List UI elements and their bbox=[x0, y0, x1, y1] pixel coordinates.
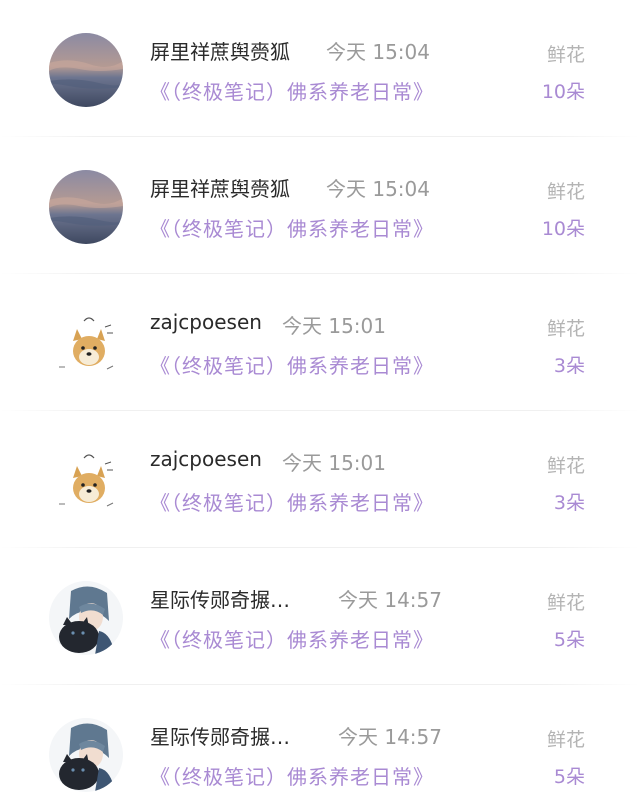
shiba-doge-avatar-icon bbox=[49, 444, 123, 518]
gift-count: 5朵 bbox=[553, 629, 585, 651]
user-name[interactable]: zajcpoesen bbox=[150, 310, 262, 334]
book-title[interactable]: 《（终极笔记）佛系养老日常》 bbox=[150, 624, 434, 653]
user-name[interactable]: 星际传郧奇搌… bbox=[150, 584, 290, 613]
gift-count: 3朵 bbox=[553, 492, 585, 514]
avatar[interactable] bbox=[49, 33, 123, 107]
gift-list: 屏里祥蔗舆赍狐 今天 15:04 《（终极笔记）佛系养老日常》 鲜花 10朵 屏… bbox=[0, 0, 640, 805]
shiba-doge-avatar-icon bbox=[49, 307, 123, 381]
gift-row[interactable]: 星际传郧奇搌… 今天 14:57 《（终极笔记）佛系养老日常》 鲜花 5朵 bbox=[0, 685, 640, 805]
gift-type-label: 鲜花 bbox=[546, 455, 585, 477]
gift-count: 5朵 bbox=[553, 766, 585, 788]
timestamp: 今天 15:01 bbox=[282, 451, 386, 475]
book-title[interactable]: 《（终极笔记）佛系养老日常》 bbox=[150, 487, 434, 516]
gift-row[interactable]: 星际传郧奇搌… 今天 14:57 《（终极笔记）佛系养老日常》 鲜花 5朵 bbox=[0, 548, 640, 685]
book-title[interactable]: 《（终极笔记）佛系养老日常》 bbox=[150, 761, 434, 790]
gift-count: 10朵 bbox=[541, 81, 585, 103]
gift-count: 3朵 bbox=[553, 355, 585, 377]
avatar[interactable] bbox=[49, 170, 123, 244]
avatar[interactable] bbox=[49, 444, 123, 518]
user-name[interactable]: 星际传郧奇搌… bbox=[150, 721, 290, 750]
timestamp: 今天 15:01 bbox=[282, 314, 386, 338]
user-name[interactable]: 屏里祥蔗舆赍狐 bbox=[150, 36, 290, 65]
book-title[interactable]: 《（终极笔记）佛系养老日常》 bbox=[150, 213, 434, 242]
book-title[interactable]: 《（终极笔记）佛系养老日常》 bbox=[150, 76, 434, 105]
lake-landscape-avatar-icon bbox=[49, 170, 123, 244]
gift-type-label: 鲜花 bbox=[546, 729, 585, 751]
gift-row[interactable]: zajcpoesen 今天 15:01 《（终极笔记）佛系养老日常》 鲜花 3朵 bbox=[0, 411, 640, 548]
timestamp: 今天 14:57 bbox=[338, 725, 442, 749]
anime-boy-with-cat-avatar-icon bbox=[49, 581, 123, 655]
avatar[interactable] bbox=[49, 581, 123, 655]
gift-row[interactable]: 屏里祥蔗舆赍狐 今天 15:04 《（终极笔记）佛系养老日常》 鲜花 10朵 bbox=[0, 137, 640, 274]
timestamp: 今天 15:04 bbox=[326, 40, 430, 64]
avatar[interactable] bbox=[49, 307, 123, 381]
lake-landscape-avatar-icon bbox=[49, 33, 123, 107]
gift-type-label: 鲜花 bbox=[546, 592, 585, 614]
timestamp: 今天 14:57 bbox=[338, 588, 442, 612]
gift-row[interactable]: zajcpoesen 今天 15:01 《（终极笔记）佛系养老日常》 鲜花 3朵 bbox=[0, 274, 640, 411]
user-name[interactable]: zajcpoesen bbox=[150, 447, 262, 471]
user-name[interactable]: 屏里祥蔗舆赍狐 bbox=[150, 173, 290, 202]
timestamp: 今天 15:04 bbox=[326, 177, 430, 201]
gift-row[interactable]: 屏里祥蔗舆赍狐 今天 15:04 《（终极笔记）佛系养老日常》 鲜花 10朵 bbox=[0, 0, 640, 137]
anime-boy-with-cat-avatar-icon bbox=[49, 718, 123, 792]
gift-type-label: 鲜花 bbox=[546, 181, 585, 203]
gift-type-label: 鲜花 bbox=[546, 44, 585, 66]
avatar[interactable] bbox=[49, 718, 123, 792]
gift-type-label: 鲜花 bbox=[546, 318, 585, 340]
book-title[interactable]: 《（终极笔记）佛系养老日常》 bbox=[150, 350, 434, 379]
gift-count: 10朵 bbox=[541, 218, 585, 240]
